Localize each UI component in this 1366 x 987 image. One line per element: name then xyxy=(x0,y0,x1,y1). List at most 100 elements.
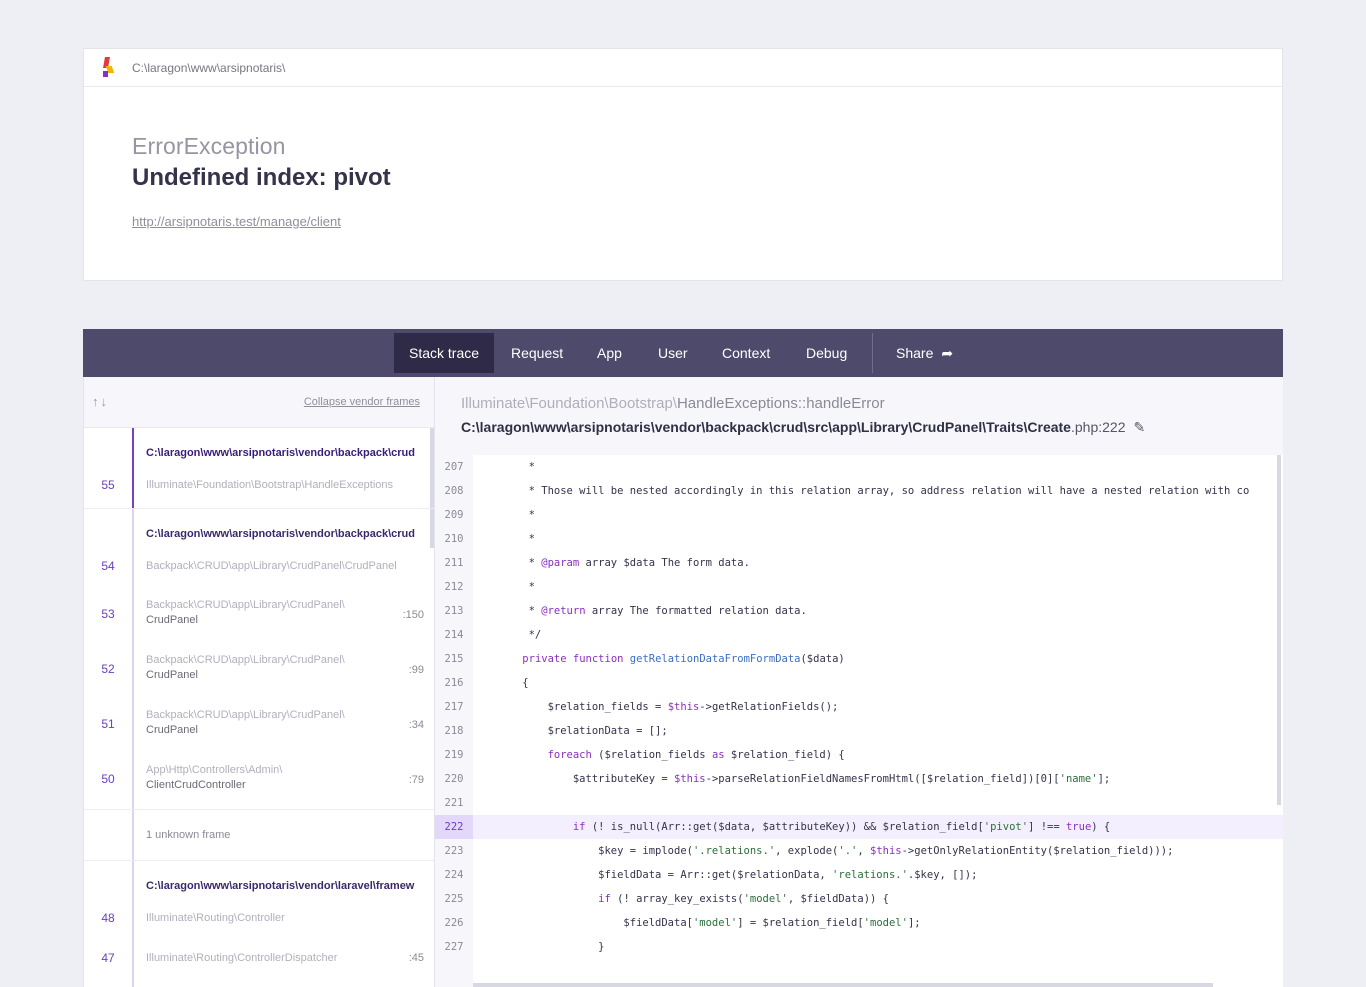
stack-frame[interactable]: 55 Illuminate\Foundation\Bootstrap\Handl… xyxy=(84,478,434,508)
code-line: 220 $attributeKey = $this->parseRelation… xyxy=(435,767,1283,791)
frame-class: Illuminate\Foundation\Bootstrap\HandleEx… xyxy=(146,479,394,491)
frame-class: Backpack\CRUD\app\Library\CrudPanel\Crud… xyxy=(146,560,397,572)
tab-context[interactable]: Context xyxy=(707,333,785,373)
tab-user[interactable]: User xyxy=(643,333,703,373)
frame-namespace: Backpack\CRUD\app\Library\CrudPanel\ xyxy=(146,709,345,721)
share-button[interactable]: Share ➦ xyxy=(881,333,968,373)
code-text: $attributeKey = $this->parseRelationFiel… xyxy=(497,773,1111,785)
unknown-frame-group[interactable]: 1 unknown frame xyxy=(84,810,434,861)
frame-number: 53 xyxy=(101,607,115,621)
frame-method: Illuminate\Foundation\Bootstrap\HandleEx… xyxy=(461,395,885,412)
stack-frame[interactable]: App\Http\Controllers\Admin\ 50 ClientCru… xyxy=(84,754,434,809)
code-text: * xyxy=(497,509,535,521)
stack-frame[interactable]: Backpack\CRUD\app\Library\CrudPanel\ 51 … xyxy=(84,699,434,754)
frame-file-path: C:\laragon\www\arsipnotaris\vendor\backp… xyxy=(461,419,1145,436)
navigate-frames-icon[interactable]: ↑↓ xyxy=(92,394,109,409)
code-line: 213 * @return array The formatted relati… xyxy=(435,599,1283,623)
code-line: 217 $relation_fields = $this->getRelatio… xyxy=(435,695,1283,719)
edit-pencil-icon[interactable]: ✎ xyxy=(1133,419,1145,436)
stack-frame[interactable]: 48 Illuminate\Routing\Controller xyxy=(84,911,434,951)
frame-group[interactable]: C:\laragon\www\arsipnotaris\vendor\backp… xyxy=(84,509,434,810)
line-number[interactable]: 217 xyxy=(435,695,473,719)
code-line: 207 * xyxy=(435,455,1283,479)
tab-request[interactable]: Request xyxy=(496,333,578,373)
line-number[interactable]: 218 xyxy=(435,719,473,743)
stack-frame[interactable]: Backpack\CRUD\app\Library\CrudPanel\ 53 … xyxy=(84,589,434,644)
line-number[interactable]: 223 xyxy=(435,839,473,863)
group-file-path: C:\laragon\www\arsipnotaris\vendor\backp… xyxy=(146,528,415,540)
frame-class: Illuminate\Routing\ControllerDispatcher xyxy=(146,952,338,964)
line-number[interactable]: 215 xyxy=(435,647,473,671)
code-text: * xyxy=(497,461,535,473)
line-number[interactable]: 208 xyxy=(435,479,473,503)
tab-stack-trace[interactable]: Stack trace xyxy=(394,333,495,373)
code-text: * @return array The formatted relation d… xyxy=(497,605,807,617)
code-line: 221 xyxy=(435,791,1283,815)
frame-number: 54 xyxy=(101,559,115,573)
code-text: private function getRelationDataFromForm… xyxy=(522,653,845,665)
stack-frame[interactable]: Backpack\CRUD\app\Library\CrudPanel\ 52 … xyxy=(84,644,434,699)
line-number[interactable]: 226 xyxy=(435,911,473,935)
line-number[interactable]: 224 xyxy=(435,863,473,887)
code-line: 212 * xyxy=(435,575,1283,599)
frame-class: CrudPanel xyxy=(146,614,198,626)
code-line: 211 * @param array $data The form data. xyxy=(435,551,1283,575)
frame-number: 52 xyxy=(101,662,115,676)
code-text: */ xyxy=(497,629,542,641)
code-text: { xyxy=(497,677,529,689)
code-line: 210 * xyxy=(435,527,1283,551)
collapse-vendor-frames-link[interactable]: Collapse vendor frames xyxy=(304,396,420,408)
code-text: $fieldData = Arr::get($relationData, 're… xyxy=(497,869,978,881)
line-number[interactable]: 212 xyxy=(435,575,473,599)
code-line: 227 } xyxy=(435,935,1283,959)
line-number[interactable]: 211 xyxy=(435,551,473,575)
line-number[interactable]: 210 xyxy=(435,527,473,551)
frame-namespace: Backpack\CRUD\app\Library\CrudPanel\ xyxy=(146,599,345,611)
line-number[interactable]: 220 xyxy=(435,767,473,791)
code-text: $relationData = []; xyxy=(497,725,668,737)
frame-group[interactable]: C:\laragon\www\arsipnotaris\vendor\backp… xyxy=(84,428,434,509)
frame-class: CrudPanel xyxy=(146,724,198,736)
line-number[interactable]: 227 xyxy=(435,935,473,959)
frame-number: 47 xyxy=(101,951,115,965)
line-number[interactable]: 222 xyxy=(435,815,473,839)
code-panel: Illuminate\Foundation\Bootstrap\HandleEx… xyxy=(434,377,1283,987)
frame-group[interactable]: C:\laragon\www\arsipnotaris\vendor\larav… xyxy=(84,861,434,987)
tab-separator xyxy=(872,333,873,373)
tab-app[interactable]: App xyxy=(582,333,637,373)
method-namespace: Illuminate\Foundation\Bootstrap\ xyxy=(461,395,677,412)
request-url-link[interactable]: http://arsipnotaris.test/manage/client xyxy=(132,214,341,229)
frame-number: 51 xyxy=(101,717,115,731)
code-horizontal-scrollbar[interactable] xyxy=(473,983,1213,987)
stack-frame[interactable]: 54 Backpack\CRUD\app\Library\CrudPanel\C… xyxy=(84,559,434,589)
frame-namespace: Backpack\CRUD\app\Library\CrudPanel\ xyxy=(146,654,345,666)
stack-header: ↑↓ Collapse vendor frames xyxy=(84,377,434,428)
line-number[interactable]: 214 xyxy=(435,623,473,647)
file-path: C:\laragon\www\arsipnotaris\vendor\backp… xyxy=(461,419,1071,435)
code-header: Illuminate\Foundation\Bootstrap\HandleEx… xyxy=(435,377,1283,455)
tab-bar: Stack trace Request App User Context Deb… xyxy=(83,329,1283,377)
code-line: 208 * Those will be nested accordingly i… xyxy=(435,479,1283,503)
stack-frame[interactable]: 47 Illuminate\Routing\ControllerDispatch… xyxy=(84,951,434,987)
line-number[interactable]: 225 xyxy=(435,887,473,911)
frame-namespace: App\Http\Controllers\Admin\ xyxy=(146,764,283,776)
code-line: 223 $key = implode('.relations.', explod… xyxy=(435,839,1283,863)
line-number[interactable]: 219 xyxy=(435,743,473,767)
code-text: * xyxy=(497,581,535,593)
code-text: $fieldData['model'] = $relation_field['m… xyxy=(497,917,921,929)
line-number[interactable]: 209 xyxy=(435,503,473,527)
ignition-logo-icon xyxy=(102,56,116,79)
frame-number: 48 xyxy=(101,911,115,925)
exception-type: ErrorException xyxy=(132,133,286,159)
error-header-card: C:\laragon\www\arsipnotaris\ ErrorExcept… xyxy=(83,48,1283,281)
code-line: 226 $fieldData['model'] = $relation_fiel… xyxy=(435,911,1283,935)
share-label: Share xyxy=(896,345,934,361)
line-number[interactable]: 221 xyxy=(435,791,473,815)
code-text: $relation_fields = $this->getRelationFie… xyxy=(497,701,839,713)
line-number[interactable]: 207 xyxy=(435,455,473,479)
tab-debug[interactable]: Debug xyxy=(791,333,862,373)
line-number[interactable]: 213 xyxy=(435,599,473,623)
project-path: C:\laragon\www\arsipnotaris\ xyxy=(132,60,286,75)
code-line: 219 foreach ($relation_fields as $relati… xyxy=(435,743,1283,767)
line-number[interactable]: 216 xyxy=(435,671,473,695)
